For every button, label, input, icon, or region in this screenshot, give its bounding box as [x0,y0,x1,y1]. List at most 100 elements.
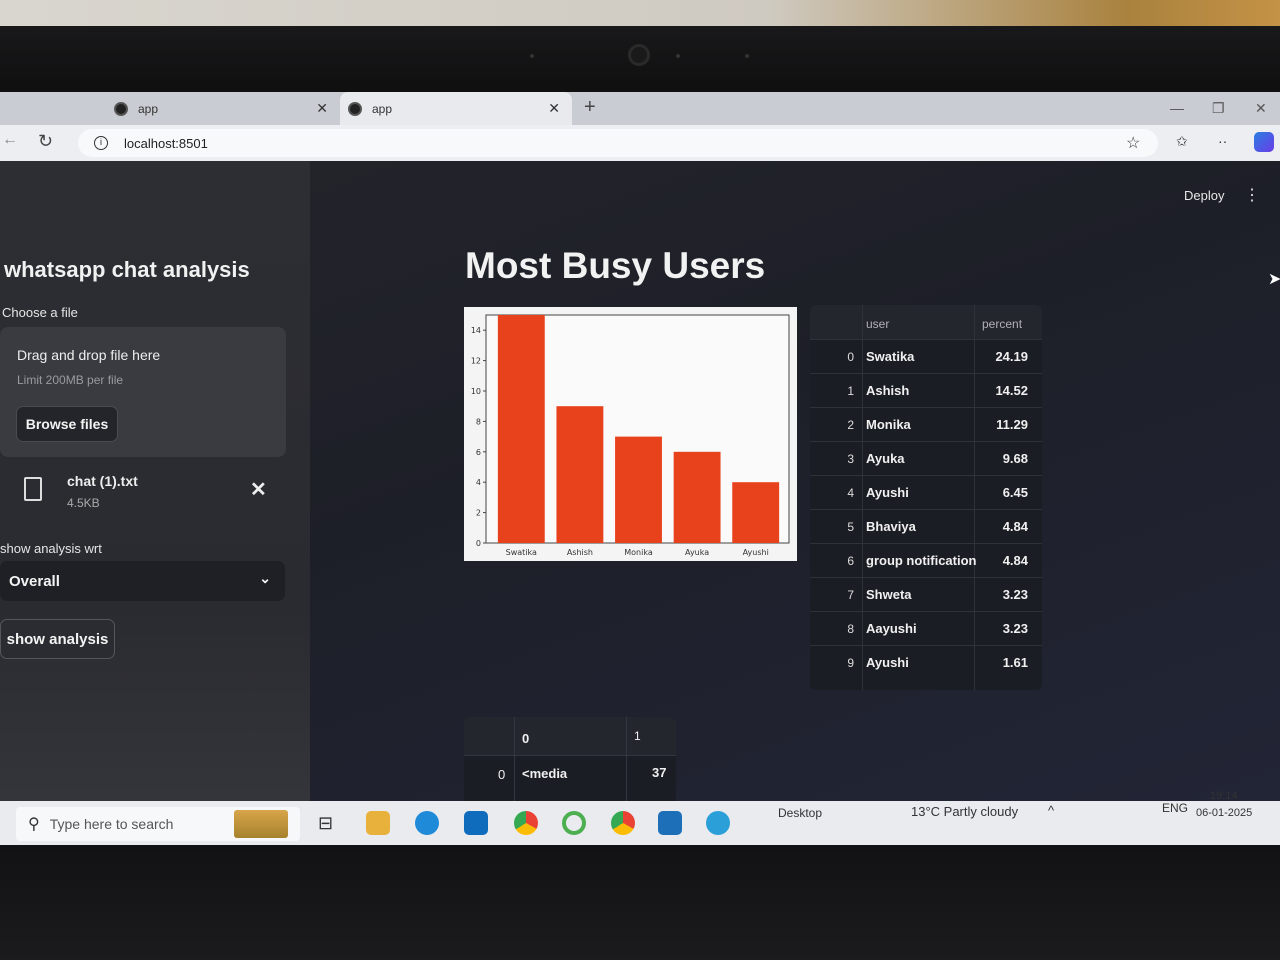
browser-tab-2[interactable]: app ✕ [340,92,572,125]
x-tick-label: Ashish [567,548,593,557]
analysis-select[interactable]: Overall ⌄ [0,561,285,601]
row-index: 3 [847,452,854,466]
table-row[interactable]: 6 group notification 4.84 [810,543,1042,577]
address-bar-row: ← ↻ i localhost:8501 ☆ ✩ ·· [0,125,1280,161]
app-ring-icon[interactable] [562,811,586,835]
row-divider [464,755,676,756]
edge-icon[interactable] [415,811,439,835]
table-row[interactable]: 0 Swatika 24.19 [810,339,1042,373]
y-tick-label: 6 [476,448,481,457]
language-indicator[interactable]: ENG [1162,801,1188,815]
percent-cell: 1.61 [1002,655,1028,670]
main-menu-icon[interactable]: ⋮ [1244,185,1260,205]
user-cell: Ayuka [866,451,905,466]
percent-cell: 3.23 [1002,587,1028,602]
y-tick-label: 12 [471,357,481,366]
dropzone-text: Drag and drop file here [17,347,161,363]
percent-cell: 9.68 [1002,451,1028,466]
table-row[interactable]: 1 Ashish 14.52 [810,373,1042,407]
taskbar-search-box[interactable]: ⚲ Type here to search [16,807,300,841]
task-view-icon[interactable]: ⊟ [318,813,333,834]
show-analysis-button[interactable]: show analysis [0,619,115,659]
row-index: 0 [498,767,506,782]
bar [673,451,721,543]
percent-cell: 4.84 [1002,553,1028,568]
percent-cell: 4.84 [1002,519,1028,534]
table-row[interactable]: 4 Ayushi 6.45 [810,475,1042,509]
media-table[interactable]: 0 1 0 <media 37 [464,717,676,801]
chrome-profile-icon[interactable] [611,811,635,835]
chart-svg: 0 2 4 6 8 10 12 14 Swatika Ashish Monika Ayuka Ayush… [471,314,790,557]
row-index: 5 [847,520,854,534]
minimize-button[interactable]: — [1170,100,1184,116]
file-name: chat (1).txt [67,473,138,489]
row-index: 0 [847,350,854,364]
table-row[interactable]: 5 Bhaviya 4.84 [810,509,1042,543]
uploader-label: Choose a file [2,305,78,320]
deploy-button[interactable]: Deploy [1184,188,1224,203]
tab-close-icon[interactable]: ✕ [548,100,560,117]
table-row[interactable]: 3 Ayuka 9.68 [810,441,1042,475]
media-cell: <media [522,766,568,781]
select-value: Overall [9,573,60,590]
sidebar: whatsapp chat analysis Choose a file Dra… [0,161,310,801]
bar [615,436,662,543]
user-cell: Monika [866,417,911,432]
webcam [628,44,650,66]
busy-users-bar-chart: 0 2 4 6 8 10 12 14 Swatika Ashish Monika Ayuka Ayush… [464,307,797,561]
file-dropzone[interactable]: Drag and drop file here Limit 200MB per … [0,327,286,457]
reload-icon[interactable]: ↻ [38,131,53,152]
webcam-sensor [745,54,749,58]
percent-cell: 24.19 [995,349,1028,364]
favorite-star-icon[interactable]: ☆ [1126,133,1140,153]
column-header-user: user [866,317,890,331]
store-icon[interactable] [658,811,682,835]
desktop-toolbar-label[interactable]: Desktop [778,806,822,820]
clock-date[interactable]: 06-01-2025 [1196,807,1252,819]
close-window-button[interactable]: ✕ [1255,100,1267,117]
percent-cell: 6.45 [1002,485,1028,500]
file-icon [24,477,42,501]
webcam-sensor [530,54,534,58]
favorites-icon[interactable]: ✩ [1176,133,1188,150]
chrome-icon[interactable] [514,811,538,835]
user-cell: Bhaviya [866,519,916,534]
browser-tab-bar: app ✕ app ✕ [0,92,1280,206]
remove-file-icon[interactable]: ✕ [250,477,267,502]
webcam-sensor [676,54,680,58]
clock-time[interactable]: 19:14 [1210,790,1238,802]
column-divider [514,717,515,801]
bar [556,406,604,543]
copilot-icon[interactable] [1254,132,1274,152]
browse-files-button[interactable]: Browse files [16,406,118,442]
browser-tab-1[interactable]: app ✕ [108,92,340,125]
new-tab-button[interactable]: + [584,96,596,119]
background-wall [0,0,1280,26]
sidebar-title: whatsapp chat analysis [4,257,250,282]
row-index: 7 [847,588,854,602]
table-row[interactable]: 8 Aayushi 3.23 [810,611,1042,645]
mouse-cursor-icon: ➤ [1268,271,1280,288]
laptop-bezel-bottom [0,845,1280,960]
edge-beta-icon[interactable] [706,811,730,835]
busy-users-table[interactable]: user percent 0 Swatika 24.19 1 Ashish 14.52 2 M… [810,305,1042,690]
uploaded-file: chat (1).txt 4.5KB ✕ [0,459,286,521]
percent-cell: 11.29 [996,417,1028,432]
weather-widget[interactable]: 13°C Partly cloudy [911,804,1018,819]
table-row[interactable]: 9 Ayushi 1.61 [810,645,1042,679]
url-field[interactable]: i localhost:8501 [78,129,1158,157]
show-hidden-icons[interactable]: ^ [1048,803,1054,818]
y-tick-label: 14 [471,326,481,335]
site-info-icon[interactable]: i [94,136,108,150]
back-icon[interactable]: ← [2,131,18,149]
restore-button[interactable]: ❐ [1212,100,1225,117]
user-cell: Swatika [866,349,915,364]
search-placeholder: Type here to search [49,816,174,832]
percent-cell: 3.23 [1002,621,1028,636]
file-explorer-icon[interactable] [366,811,390,835]
table-row[interactable]: 2 Monika 11.29 [810,407,1042,441]
outlook-icon[interactable] [464,811,488,835]
table-row[interactable]: 7 Shweta 3.23 [810,577,1042,611]
more-options-icon[interactable]: ·· [1218,133,1227,149]
tab-close-icon[interactable]: ✕ [316,100,328,117]
